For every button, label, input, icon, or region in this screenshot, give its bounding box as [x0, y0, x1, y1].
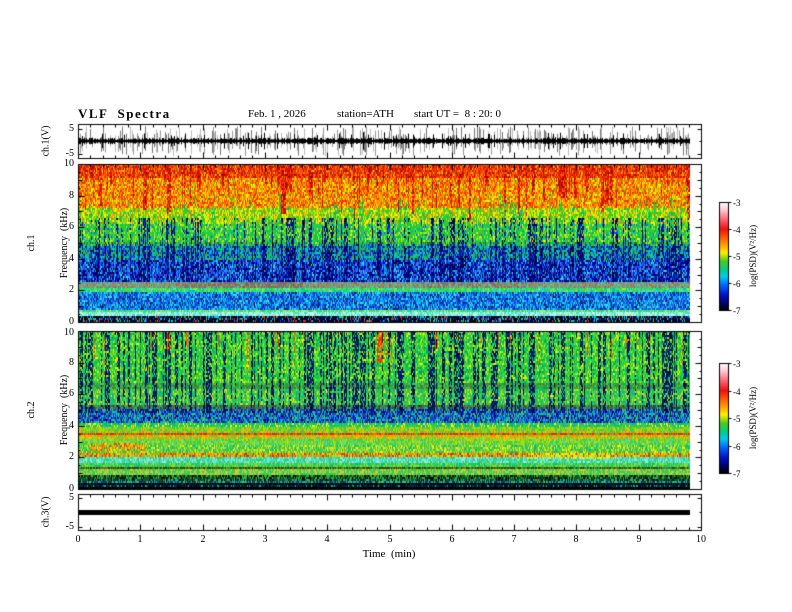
- colorbar1-tick-label: -4: [733, 225, 741, 235]
- time-tick-label: 1: [137, 534, 143, 545]
- ch2-frequency-tick-label: 2: [69, 451, 74, 462]
- ch2-frequency-tick-label: 4: [69, 420, 74, 431]
- ch3-voltage-tick-label: 5: [69, 492, 74, 503]
- time-tick-label: 2: [200, 534, 206, 545]
- colorbar1-tick-label: -5: [733, 252, 741, 262]
- colorbar1-tick-label: -3: [733, 198, 741, 208]
- spectra-plot-canvas: [0, 0, 792, 612]
- time-axis-label: Time (min): [362, 548, 416, 560]
- ch1-voltage-tick-label: 5: [69, 123, 74, 134]
- colorbar2-tick-label: -3: [733, 359, 741, 369]
- ch1-frequency-tick-label: 4: [69, 253, 74, 264]
- ch3-voltage-tick-label: -5: [65, 521, 74, 532]
- time-tick-label: 6: [449, 534, 455, 545]
- time-tick-label: 3: [262, 534, 268, 545]
- time-tick-label: 5: [387, 534, 393, 545]
- time-tick-label: 4: [324, 534, 330, 545]
- ch2-frequency-axis-label-line2: Frequency (kHz): [59, 374, 70, 446]
- time-tick-label: 0: [75, 534, 81, 545]
- colorbar2-tick-label: -6: [733, 442, 741, 452]
- time-tick-label: 10: [696, 534, 706, 545]
- ch1-frequency-axis-label-line1: ch.1: [26, 234, 37, 252]
- ch2-frequency-axis-label: ch.2 Frequency (kHz): [4, 375, 92, 446]
- figure-date: Feb. 1 , 2026: [248, 108, 306, 120]
- ch2-frequency-tick-label: 8: [69, 357, 74, 368]
- time-tick-label: 9: [636, 534, 642, 545]
- ch1-frequency-axis-label: ch.1 Frequency (kHz): [4, 208, 92, 279]
- colorbar2-tick-label: -4: [733, 387, 741, 397]
- colorbar2-tick-label: -5: [733, 414, 741, 424]
- colorbar1-tick-label: -6: [733, 279, 741, 289]
- ch1-frequency-tick-label: 6: [69, 221, 74, 232]
- figure-title: VLF Spectra: [78, 106, 171, 121]
- ch1-frequency-axis-label-line2: Frequency (kHz): [59, 207, 70, 279]
- colorbar1-tick-label: -7: [733, 306, 741, 316]
- ch1-frequency-tick-label: 2: [69, 284, 74, 295]
- ch2-frequency-tick-label: 10: [64, 327, 74, 338]
- station-label: station=ATH: [337, 108, 394, 120]
- ch2-frequency-axis-label-line1: ch.2: [26, 401, 37, 419]
- ch1-voltage-tick-label: -5: [65, 148, 74, 159]
- time-tick-label: 7: [511, 534, 517, 545]
- time-tick-label: 8: [573, 534, 579, 545]
- vlf-spectra-figure: VLF Spectra Feb. 1 , 2026 station=ATH st…: [0, 0, 792, 612]
- ch1-frequency-tick-label: 8: [69, 190, 74, 201]
- ch2-frequency-tick-label: 6: [69, 388, 74, 399]
- colorbar2-tick-label: -7: [733, 469, 741, 479]
- start-ut-label: start UT = 8 : 20: 0: [414, 108, 501, 120]
